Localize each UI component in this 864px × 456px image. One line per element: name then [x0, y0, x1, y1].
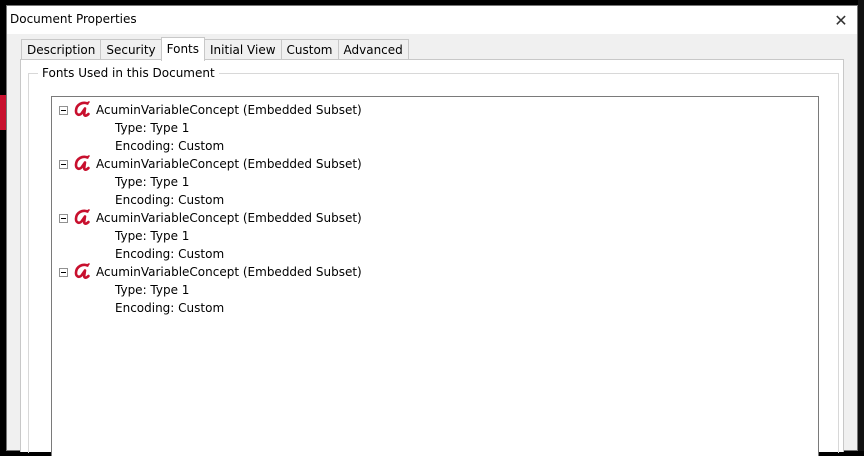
tab-strip: Description Security Fonts Initial View …	[21, 37, 409, 61]
font-encoding: Encoding: Custom	[115, 193, 225, 207]
fonts-tab-panel: Fonts Used in this Document AcuminVariab…	[20, 59, 844, 456]
type1-font-icon	[74, 155, 90, 171]
background-fragment-right	[858, 0, 864, 451]
font-tree[interactable]: AcuminVariableConcept (Embedded Subset) …	[51, 96, 819, 456]
font-encoding: Encoding: Custom	[115, 301, 225, 315]
fonts-group-box: Fonts Used in this Document AcuminVariab…	[28, 66, 839, 456]
type1-font-icon	[74, 209, 90, 225]
font-tree-node[interactable]: AcuminVariableConcept (Embedded Subset) …	[52, 155, 818, 209]
font-type: Type: Type 1	[115, 283, 190, 297]
font-name: AcuminVariableConcept (Embedded Subset)	[96, 265, 362, 279]
font-type: Type: Type 1	[115, 121, 190, 135]
font-encoding: Encoding: Custom	[115, 247, 225, 261]
font-name: AcuminVariableConcept (Embedded Subset)	[96, 103, 362, 117]
font-name: AcuminVariableConcept (Embedded Subset)	[96, 211, 362, 225]
tab-initial-view[interactable]: Initial View	[204, 39, 282, 60]
font-type: Type: Type 1	[115, 175, 190, 189]
font-tree-node[interactable]: AcuminVariableConcept (Embedded Subset) …	[52, 209, 818, 263]
collapse-icon[interactable]	[59, 268, 68, 277]
font-tree-node[interactable]: AcuminVariableConcept (Embedded Subset) …	[52, 263, 818, 317]
document-properties-dialog: Document Properties ✕ Description Securi…	[6, 5, 858, 456]
type1-font-icon	[74, 101, 90, 117]
font-encoding: Encoding: Custom	[115, 139, 225, 153]
font-tree-node[interactable]: AcuminVariableConcept (Embedded Subset) …	[52, 101, 818, 155]
tab-description[interactable]: Description	[21, 39, 102, 60]
collapse-icon[interactable]	[59, 160, 68, 169]
dialog-title: Document Properties	[10, 12, 137, 26]
close-icon[interactable]: ✕	[831, 10, 851, 30]
group-legend: Fonts Used in this Document	[38, 66, 219, 80]
font-name: AcuminVariableConcept (Embedded Subset)	[96, 157, 362, 171]
collapse-icon[interactable]	[59, 214, 68, 223]
tab-custom[interactable]: Custom	[280, 39, 339, 60]
type1-font-icon	[74, 263, 90, 279]
tab-advanced[interactable]: Advanced	[337, 39, 409, 60]
tab-fonts[interactable]: Fonts	[160, 37, 206, 61]
collapse-icon[interactable]	[59, 106, 68, 115]
title-bar: Document Properties ✕	[7, 6, 857, 34]
font-type: Type: Type 1	[115, 229, 190, 243]
tab-security[interactable]: Security	[100, 39, 162, 60]
